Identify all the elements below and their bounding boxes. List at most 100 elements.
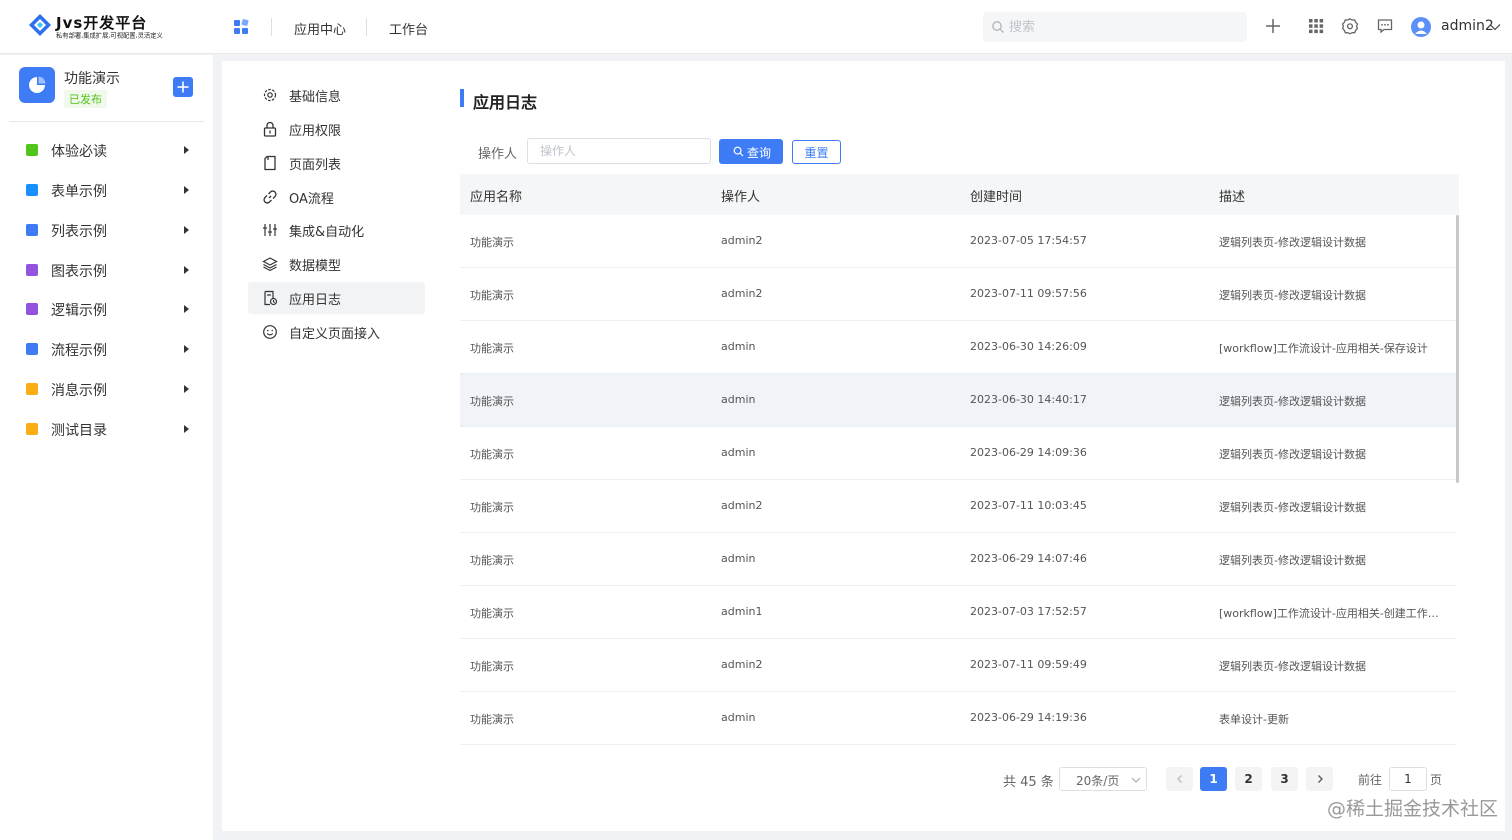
page-button-1[interactable]: 1 [1200,767,1227,791]
subnav-custom-page[interactable]: 自定义页面接入 [248,316,425,348]
cell-description: 逻辑列表页-修改逻辑设计数据 [1219,395,1366,408]
sidebar-item-label: 消息示例 [51,383,107,399]
table-row[interactable]: 功能演示 admin 2023-06-30 14:40:17 逻辑列表页-修改逻… [460,374,1456,427]
subnav-permissions[interactable]: 应用权限 [248,113,425,145]
folder-icon [26,184,38,196]
sidebar-item-label: 体验必读 [51,144,107,160]
subnav-integration[interactable]: 集成&自动化 [248,214,425,246]
sidebar-item-label: 测试目录 [51,423,107,439]
settings-gear-icon[interactable] [1341,17,1359,35]
header-divider [366,18,367,36]
logo-mark-icon [29,14,51,36]
cell-app-name: 功能演示 [470,289,514,302]
subnav-app-log[interactable]: 应用日志 [248,282,425,314]
cell-description: 逻辑列表页-修改逻辑设计数据 [1219,236,1366,249]
table-row[interactable]: 功能演示 admin2 2023-07-11 09:57:56 逻辑列表页-修改… [460,268,1456,321]
cell-operator: admin [721,340,756,353]
sidebar-item[interactable]: 测试目录 [0,409,213,449]
subnav-page-list[interactable]: 页面列表 [248,147,425,179]
table-row[interactable]: 功能演示 admin2 2023-07-11 10:03:45 逻辑列表页-修改… [460,480,1456,533]
table-row[interactable]: 功能演示 admin 2023-06-29 14:07:46 逻辑列表页-修改逻… [460,533,1456,586]
cell-description: [workflow]工作流设计-应用相关-创建工作流列表 [1219,607,1445,620]
grid-menu-icon[interactable] [1307,17,1325,35]
table-row[interactable]: 功能演示 admin1 2023-07-03 17:52:57 [workflo… [460,586,1456,639]
cell-app-name: 功能演示 [470,395,514,408]
logo[interactable]: Jvs开发平台 私有部署,集成扩展,可视配置,灵活定义 [28,10,188,44]
sidebar-item[interactable]: 列表示例 [0,210,213,250]
cell-created-time: 2023-07-11 10:03:45 [970,499,1087,512]
sidebar-item[interactable]: 流程示例 [0,329,213,369]
table-row[interactable]: 功能演示 admin 2023-06-29 14:09:36 逻辑列表页-修改逻… [460,427,1456,480]
folder-icon [26,423,38,435]
sidebar-item[interactable]: 图表示例 [0,250,213,290]
user-name[interactable]: admin2 [1441,18,1494,34]
nav-workbench[interactable]: 工作台 [389,19,428,38]
goto-page-suffix: 页 [1430,773,1443,787]
sidebar-item[interactable]: 体验必读 [0,130,213,170]
search-input[interactable] [1009,12,1239,42]
caret-right-icon [184,305,189,313]
cell-app-name: 功能演示 [470,713,514,726]
subnav-basic-info[interactable]: 基础信息 [248,79,425,111]
title-accent-bar [460,89,464,107]
prev-page-button[interactable] [1166,767,1193,791]
cell-created-time: 2023-07-03 17:52:57 [970,605,1087,618]
subnav-label: 基础信息 [289,90,342,105]
cell-created-time: 2023-07-11 09:59:49 [970,658,1087,671]
smile-icon [263,325,277,339]
sidebar-item-label: 图表示例 [51,264,107,280]
query-button-label: 查询 [747,146,772,160]
layers-icon [262,257,278,272]
page-size-select[interactable]: 20条/页 [1059,767,1147,791]
query-button[interactable]: 查询 [719,139,783,164]
table-row[interactable]: 功能演示 admin 2023-06-30 14:26:09 [workflow… [460,321,1456,374]
operator-filter-input[interactable] [527,138,711,164]
reset-button[interactable]: 重置 [792,140,841,164]
table-row[interactable]: 功能演示 admin2 2023-07-05 17:54:57 逻辑列表页-修改… [460,215,1456,268]
table-row[interactable]: 功能演示 admin 2023-06-29 14:19:36 表单设计-更新 [460,692,1456,745]
cell-created-time: 2023-06-29 14:09:36 [970,446,1087,459]
plus-icon [177,81,189,93]
goto-page-input[interactable] [1389,767,1427,791]
sidebar-item[interactable]: 表单示例 [0,170,213,210]
cell-operator: admin2 [721,287,763,300]
app-icon[interactable] [19,67,55,103]
search-icon [992,21,1004,33]
message-icon[interactable] [1376,17,1394,35]
page-button-2[interactable]: 2 [1235,767,1262,791]
cell-created-time: 2023-06-30 14:40:17 [970,393,1087,406]
subnav-data-model[interactable]: 数据模型 [248,248,425,280]
plus-icon[interactable] [1264,17,1282,35]
sidebar-item[interactable]: 消息示例 [0,369,213,409]
nav-app-center[interactable]: 应用中心 [294,19,346,38]
add-menu-button[interactable] [173,77,193,97]
sidebar-item[interactable]: 逻辑示例 [0,289,213,329]
cell-app-name: 功能演示 [470,607,514,620]
cell-description: 表单设计-更新 [1219,713,1289,726]
sidebar-item-label: 流程示例 [51,343,107,359]
folder-icon [26,383,38,395]
table-row[interactable]: 功能演示 admin2 2023-07-11 09:59:49 逻辑列表页-修改… [460,639,1456,692]
main-panel: 基础信息 应用权限 页面列表 OA流程 集成&自动化 数据模型 应用日志 自定义… [222,61,1505,831]
cell-app-name: 功能演示 [470,236,514,249]
subnav-label: OA流程 [289,192,334,207]
next-page-button[interactable] [1306,767,1333,791]
cell-operator: admin [721,393,756,406]
cell-description: 逻辑列表页-修改逻辑设计数据 [1219,554,1366,567]
table-scrollbar-thumb[interactable] [1456,215,1459,483]
chevron-down-icon[interactable] [1489,22,1501,32]
apps-grid-icon[interactable] [233,19,249,35]
user-icon [1415,21,1427,34]
cell-operator: admin [721,446,756,459]
sidebar-divider [9,121,204,122]
avatar[interactable] [1411,17,1431,37]
search-box[interactable] [983,12,1247,42]
header-divider [271,18,272,36]
subnav-oa-flow[interactable]: OA流程 [248,181,425,213]
cell-description: 逻辑列表页-修改逻辑设计数据 [1219,289,1366,302]
caret-right-icon [184,425,189,433]
page-button-3[interactable]: 3 [1271,767,1298,791]
page-title: 应用日志 [473,93,538,112]
cell-created-time: 2023-06-29 14:19:36 [970,711,1087,724]
operator-filter-label: 操作人 [478,147,518,162]
